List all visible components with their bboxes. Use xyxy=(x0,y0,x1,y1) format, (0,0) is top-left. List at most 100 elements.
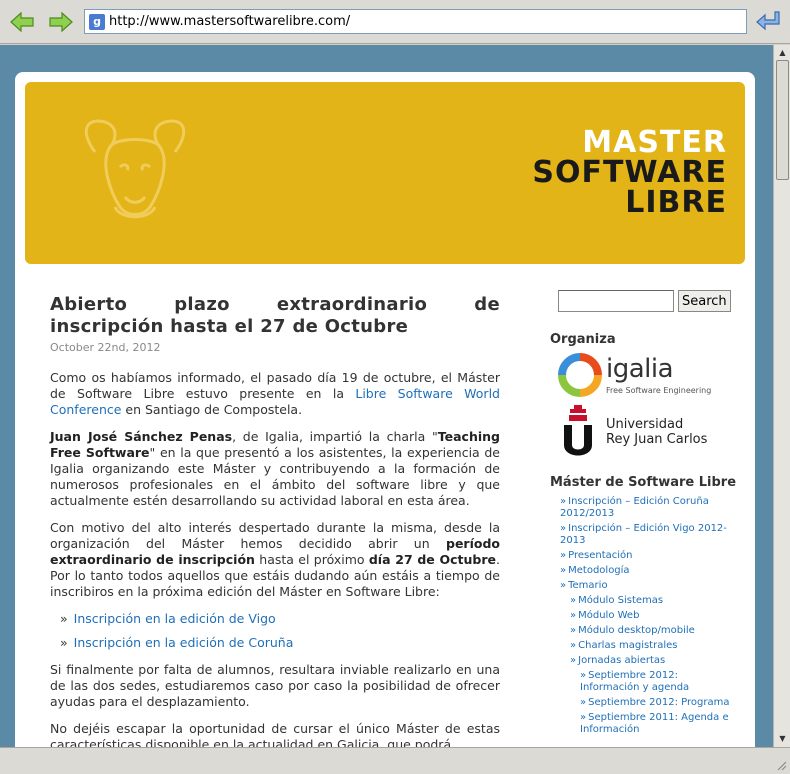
urjc-logo[interactable]: Universidad Rey Juan Carlos xyxy=(560,405,740,459)
site-title-line3: LIBRE xyxy=(625,185,727,220)
bullet-icon: » xyxy=(580,712,587,723)
igalia-logo[interactable]: igalia Free Software Engineering xyxy=(558,353,740,397)
master-menu-heading: Máster de Software Libre xyxy=(550,475,737,490)
sidebar-menu-item: » Módulo Sistemas xyxy=(550,595,740,607)
sidebar-menu-link[interactable]: Jornadas abiertas xyxy=(578,655,665,666)
bullet-icon: » xyxy=(580,697,587,708)
sidebar-menu: » Inscripción – Edición Coruña 2012/2013»… xyxy=(550,496,740,736)
sidebar-menu-item: » Módulo Web xyxy=(550,610,740,622)
sidebar-menu-item: » Inscripción – Edición Vigo 2012-2013 xyxy=(550,523,740,547)
sidebar: Search Organiza igalia Free Software Eng… xyxy=(550,290,740,739)
post-paragraph-2: Juan José Sánchez Penas, de Igalia, impa… xyxy=(50,429,500,509)
urjc-text: Universidad Rey Juan Carlos xyxy=(606,417,707,447)
paragraph-text: hasta el próximo xyxy=(254,552,369,567)
back-arrow-icon xyxy=(10,11,34,33)
sidebar-menu-link[interactable]: Presentación xyxy=(568,550,632,561)
sidebar-menu-link[interactable]: Septiembre 2012: Información y agenda xyxy=(580,670,689,693)
site-favicon-icon: g xyxy=(89,13,105,30)
igalia-logo-icon xyxy=(558,353,602,397)
search-button[interactable]: Search xyxy=(678,290,731,312)
bullet-icon: » xyxy=(570,610,577,621)
sidebar-menu-item: » Inscripción – Edición Coruña 2012/2013 xyxy=(550,496,740,520)
site-title-line2: SOFTWARE xyxy=(532,155,727,190)
bullet-icon: » xyxy=(570,655,577,666)
sidebar-menu-item: » Temario xyxy=(550,580,740,592)
post-paragraph-1: Como os habíamos informado, el pasado dí… xyxy=(50,370,500,418)
bullet-icon: » xyxy=(560,580,567,591)
post-title-word: de xyxy=(474,294,500,315)
scroll-down-icon[interactable]: ▼ xyxy=(776,733,789,745)
post-date: October 22nd, 2012 xyxy=(50,341,161,354)
bullet-icon: » xyxy=(570,595,577,606)
registration-links: » Inscripción en la edición de Vigo » In… xyxy=(60,611,500,651)
site-title-line1: MASTER xyxy=(582,125,727,160)
status-bar xyxy=(0,747,790,774)
search-input[interactable] xyxy=(558,290,674,312)
sidebar-menu-item: » Septiembre 2012: Información y agenda xyxy=(550,670,740,694)
header-banner[interactable]: MASTER SOFTWARE LIBRE xyxy=(25,82,745,264)
post-title-line2: inscripción hasta el 27 de Octubre xyxy=(50,316,409,337)
sidebar-menu-item: » Septiembre 2011: Agenda e Información xyxy=(550,712,740,736)
urjc-line1: Universidad xyxy=(606,417,684,432)
sidebar-menu-link[interactable]: Charlas magistrales xyxy=(578,640,677,651)
bullet-icon: » xyxy=(580,670,587,681)
sidebar-menu-item: » Módulo desktop/mobile xyxy=(550,625,740,637)
sidebar-menu-item: » Jornadas abiertas xyxy=(550,655,740,667)
list-item: » Inscripción en la edición de Coruña xyxy=(60,635,500,651)
post-title[interactable]: Abierto plazo extraordinario de inscripc… xyxy=(50,294,500,338)
sidebar-menu-item: » Metodología xyxy=(550,565,740,577)
bullet-icon: » xyxy=(560,523,567,534)
urjc-logo-icon xyxy=(564,405,592,456)
forward-button[interactable] xyxy=(47,8,75,36)
sidebar-menu-link[interactable]: Módulo Web xyxy=(578,610,639,621)
sidebar-menu-link[interactable]: Temario xyxy=(568,580,607,591)
paragraph-text: , de Igalia, impartió la charla " xyxy=(232,429,438,444)
browser-viewport: MASTER SOFTWARE LIBRE Abierto plazo extr… xyxy=(0,45,773,747)
igalia-text: igalia Free Software Engineering xyxy=(606,356,711,395)
sidebar-menu-link[interactable]: Módulo Sistemas xyxy=(578,595,663,606)
url-text[interactable]: http://www.mastersoftwarelibre.com/ xyxy=(109,14,350,29)
bullet-icon: » xyxy=(60,611,68,626)
paragraph-text: Con motivo del alto interés despertado d… xyxy=(50,520,500,551)
igalia-tagline: Free Software Engineering xyxy=(606,385,712,395)
bullet-icon: » xyxy=(560,496,567,507)
sidebar-menu-link[interactable]: Inscripción – Edición Vigo 2012-2013 xyxy=(560,523,727,546)
post-paragraph-4: Si finalmente por falta de alumnos, resu… xyxy=(50,662,500,709)
gnu-head-icon xyxy=(84,119,186,219)
address-bar[interactable]: g http://www.mastersoftwarelibre.com/ xyxy=(84,9,747,34)
sidebar-menu-item: » Septiembre 2012: Programa xyxy=(550,697,740,709)
organiza-heading: Organiza xyxy=(550,332,616,347)
go-button[interactable] xyxy=(753,7,783,35)
scrollbar-thumb[interactable] xyxy=(776,60,789,180)
bullet-icon: » xyxy=(570,640,577,651)
forward-arrow-icon xyxy=(49,11,73,33)
vertical-scrollbar[interactable]: ▲ ▼ xyxy=(773,45,790,747)
bullet-icon: » xyxy=(560,550,567,561)
back-button[interactable] xyxy=(8,8,36,36)
enter-arrow-icon xyxy=(756,11,780,31)
sidebar-menu-item: » Presentación xyxy=(550,550,740,562)
post-paragraph-5: No dejéis escapar la oportunidad de curs… xyxy=(50,721,500,747)
list-item: » Inscripción en la edición de Vigo xyxy=(60,611,500,627)
bullet-icon: » xyxy=(560,565,567,576)
paragraph-text: en Santiago de Compostela. xyxy=(121,402,303,417)
search-form: Search xyxy=(558,290,740,312)
page-container: MASTER SOFTWARE LIBRE Abierto plazo extr… xyxy=(15,72,755,747)
post-paragraph-3: Con motivo del alto interés despertado d… xyxy=(50,520,500,600)
scroll-up-icon[interactable]: ▲ xyxy=(776,47,789,59)
coruna-registration-link[interactable]: Inscripción en la edición de Coruña xyxy=(74,635,294,650)
resize-grip-icon[interactable] xyxy=(775,759,787,771)
sidebar-menu-link[interactable]: Septiembre 2011: Agenda e Información xyxy=(580,712,729,735)
igalia-name: igalia xyxy=(606,353,674,384)
post-title-line1: Abierto plazo extraordinario de xyxy=(50,294,500,316)
sidebar-menu-link[interactable]: Septiembre 2012: Programa xyxy=(588,697,729,708)
post-title-word: plazo xyxy=(174,294,230,315)
vigo-registration-link[interactable]: Inscripción en la edición de Vigo xyxy=(74,611,276,626)
browser-toolbar: g http://www.mastersoftwarelibre.com/ xyxy=(0,0,790,44)
bullet-icon: » xyxy=(60,635,68,650)
sidebar-menu-link[interactable]: Metodología xyxy=(568,565,629,576)
sidebar-menu-link[interactable]: Módulo desktop/mobile xyxy=(578,625,695,636)
sidebar-menu-item: » Charlas magistrales xyxy=(550,640,740,652)
sidebar-menu-link[interactable]: Inscripción – Edición Coruña 2012/2013 xyxy=(560,496,709,519)
bullet-icon: » xyxy=(570,625,577,636)
